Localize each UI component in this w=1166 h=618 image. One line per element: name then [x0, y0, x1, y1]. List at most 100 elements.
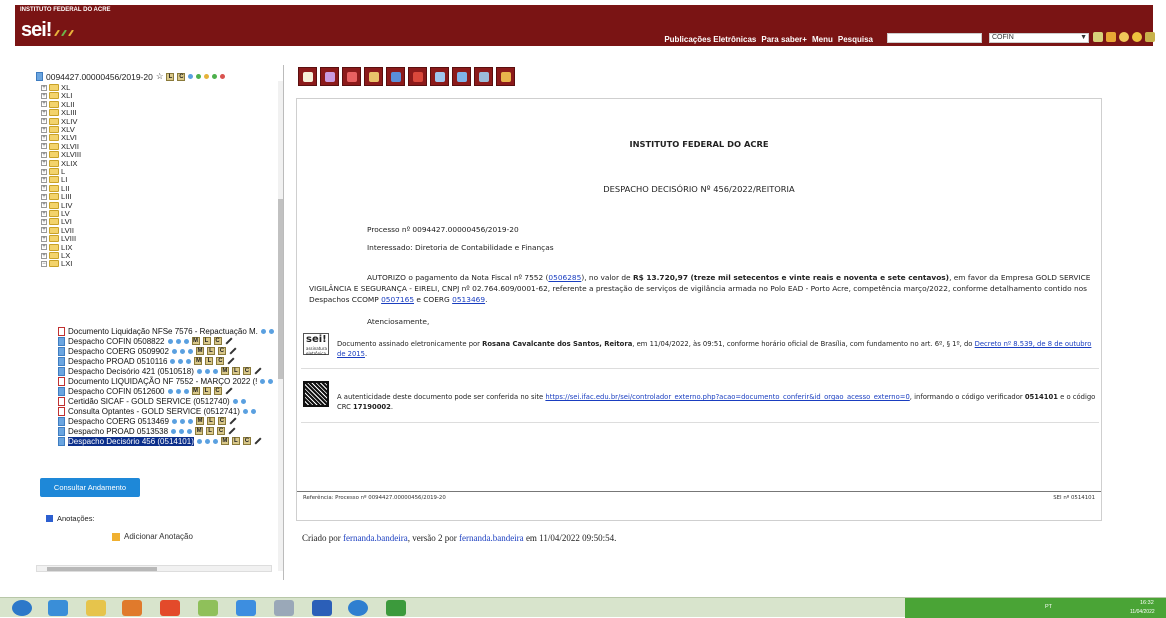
- document-label[interactable]: Despacho Decisório 456 (0514101): [68, 436, 194, 446]
- status-red-icon[interactable]: [220, 74, 226, 79]
- attach-icon[interactable]: [179, 418, 185, 424]
- hand-icon[interactable]: [204, 74, 210, 79]
- conferir-link[interactable]: https://sei.ifac.edu.br/sei/controlador_…: [545, 393, 909, 401]
- folder-label[interactable]: LXI: [61, 259, 72, 268]
- document-label[interactable]: Despacho Decisório 421 (0510518): [68, 367, 194, 376]
- menu-menu[interactable]: Menu: [812, 35, 833, 44]
- expand-icon[interactable]: +: [41, 101, 47, 108]
- document-label[interactable]: Despacho COERG 0513469: [68, 417, 169, 426]
- sei-logo[interactable]: sei!: [21, 19, 52, 42]
- attach-icon[interactable]: [175, 388, 181, 394]
- tree-folder[interactable]: − LXI: [41, 259, 72, 268]
- expand-icon[interactable]: +: [41, 218, 47, 225]
- edit-pencil-icon[interactable]: [229, 417, 237, 425]
- marker-c-icon[interactable]: C: [217, 347, 226, 355]
- history-icon[interactable]: [212, 368, 218, 374]
- marker-l-icon[interactable]: L: [166, 72, 175, 81]
- language-indicator[interactable]: PT: [1045, 604, 1052, 610]
- tree-horizontal-scrollbar[interactable]: [36, 565, 272, 572]
- cancel-icon[interactable]: [496, 67, 515, 86]
- document-label[interactable]: Documento LIQUIDAÇÃO NF 7552 - MARÇO 202…: [68, 377, 257, 386]
- ie-icon[interactable]: [48, 600, 68, 616]
- tree-document[interactable]: Despacho Decisório 456 (0514101) M L C: [58, 436, 262, 446]
- expand-icon[interactable]: +: [41, 202, 47, 209]
- expand-icon[interactable]: +: [41, 118, 47, 125]
- expand-icon[interactable]: +: [41, 168, 47, 175]
- app-icon[interactable]: [198, 600, 218, 616]
- marker-l-icon[interactable]: L: [202, 337, 211, 345]
- tree-document[interactable]: Despacho PROAD 0513538 M L C: [58, 426, 236, 436]
- history-icon[interactable]: [186, 358, 192, 364]
- tree-document[interactable]: Despacho PROAD 0510116 M L C: [58, 356, 236, 366]
- marker-c-icon[interactable]: C: [242, 367, 251, 375]
- marker-c-icon[interactable]: C: [217, 427, 226, 435]
- process-number[interactable]: 0094427.00000456/2019-20: [46, 72, 153, 82]
- window-icon[interactable]: [274, 600, 294, 616]
- link-0507165[interactable]: 0507165: [381, 295, 414, 304]
- tree-document[interactable]: Consulta Optantes - GOLD SERVICE (051274…: [58, 406, 256, 416]
- info-icon[interactable]: [170, 358, 176, 364]
- app-h-icon[interactable]: [348, 600, 368, 616]
- document-label[interactable]: Documento Liquidação NFSe 7576 - Repactu…: [68, 327, 258, 336]
- attach-icon[interactable]: [204, 438, 210, 444]
- attach-icon[interactable]: [178, 358, 184, 364]
- edit-pencil-icon[interactable]: [224, 337, 233, 345]
- start-icon[interactable]: [12, 600, 32, 616]
- expand-icon[interactable]: +: [41, 185, 47, 192]
- marker-c-icon[interactable]: C: [216, 357, 225, 365]
- sign-icon[interactable]: [364, 67, 383, 86]
- expand-icon[interactable]: +: [41, 252, 47, 259]
- info-icon[interactable]: [171, 348, 177, 354]
- marker-c-icon[interactable]: C: [177, 72, 186, 81]
- expand-icon[interactable]: +: [41, 134, 47, 141]
- marker-m-icon[interactable]: M: [195, 347, 204, 355]
- clock-date[interactable]: 11/04/2022: [1130, 609, 1155, 615]
- edit-pencil-icon[interactable]: [254, 367, 262, 375]
- word-icon[interactable]: [312, 600, 332, 616]
- expand-icon[interactable]: +: [41, 143, 47, 150]
- marker-m-icon[interactable]: M: [220, 367, 229, 375]
- info-icon[interactable]: [260, 328, 266, 334]
- tree-document[interactable]: Despacho COFIN 0508822 M L C: [58, 336, 233, 346]
- marker-c-icon[interactable]: C: [217, 417, 226, 425]
- marker-l-icon[interactable]: L: [231, 367, 240, 375]
- history-icon[interactable]: [212, 438, 218, 444]
- attach-icon[interactable]: [268, 378, 274, 384]
- edit-pencil-icon[interactable]: [224, 387, 233, 395]
- history-icon[interactable]: [183, 338, 189, 344]
- expand-icon[interactable]: +: [41, 109, 47, 116]
- media-icon[interactable]: [122, 600, 142, 616]
- edit-pencil-icon[interactable]: [228, 427, 236, 435]
- marker-l-icon[interactable]: L: [202, 387, 211, 395]
- document-label[interactable]: Consulta Optantes - GOLD SERVICE (051274…: [68, 407, 240, 416]
- expand-icon[interactable]: +: [41, 176, 47, 183]
- document-label[interactable]: Despacho PROAD 0510116: [68, 357, 167, 366]
- link-0513469[interactable]: 0513469: [452, 295, 485, 304]
- email-icon[interactable]: [430, 67, 449, 86]
- info-icon[interactable]: [171, 428, 177, 434]
- eye-icon[interactable]: [188, 74, 194, 79]
- expand-icon[interactable]: +: [41, 227, 47, 234]
- document-label[interactable]: Certidão SICAF - GOLD SERVICE (0512740): [68, 397, 230, 406]
- star-icon[interactable]: [1132, 32, 1142, 42]
- exit-icon[interactable]: [1145, 32, 1155, 42]
- send-icon[interactable]: [408, 67, 427, 86]
- new-document-icon[interactable]: [298, 67, 317, 86]
- info-icon[interactable]: [232, 398, 238, 404]
- tree-document[interactable]: Documento LIQUIDAÇÃO NF 7552 - MARÇO 202…: [58, 376, 274, 386]
- menu-pesquisa[interactable]: Pesquisa: [838, 35, 873, 44]
- marker-m-icon[interactable]: M: [195, 427, 204, 435]
- info-icon[interactable]: [260, 378, 266, 384]
- view-icon[interactable]: [342, 67, 361, 86]
- tree-document[interactable]: Despacho COERG 0513469 M L C: [58, 416, 237, 426]
- tree-vertical-scrollbar[interactable]: [278, 81, 283, 571]
- info-icon[interactable]: [242, 408, 248, 414]
- print-icon[interactable]: [386, 67, 405, 86]
- stamp-icon[interactable]: [474, 67, 493, 86]
- clock-time[interactable]: 16:32: [1140, 600, 1154, 606]
- collapse-icon[interactable]: −: [41, 260, 47, 267]
- consultar-andamento-button[interactable]: Consultar Andamento: [40, 478, 140, 497]
- star-outline-icon[interactable]: ☆: [156, 71, 164, 82]
- excel-icon[interactable]: [386, 600, 406, 616]
- marker-m-icon[interactable]: M: [220, 437, 229, 445]
